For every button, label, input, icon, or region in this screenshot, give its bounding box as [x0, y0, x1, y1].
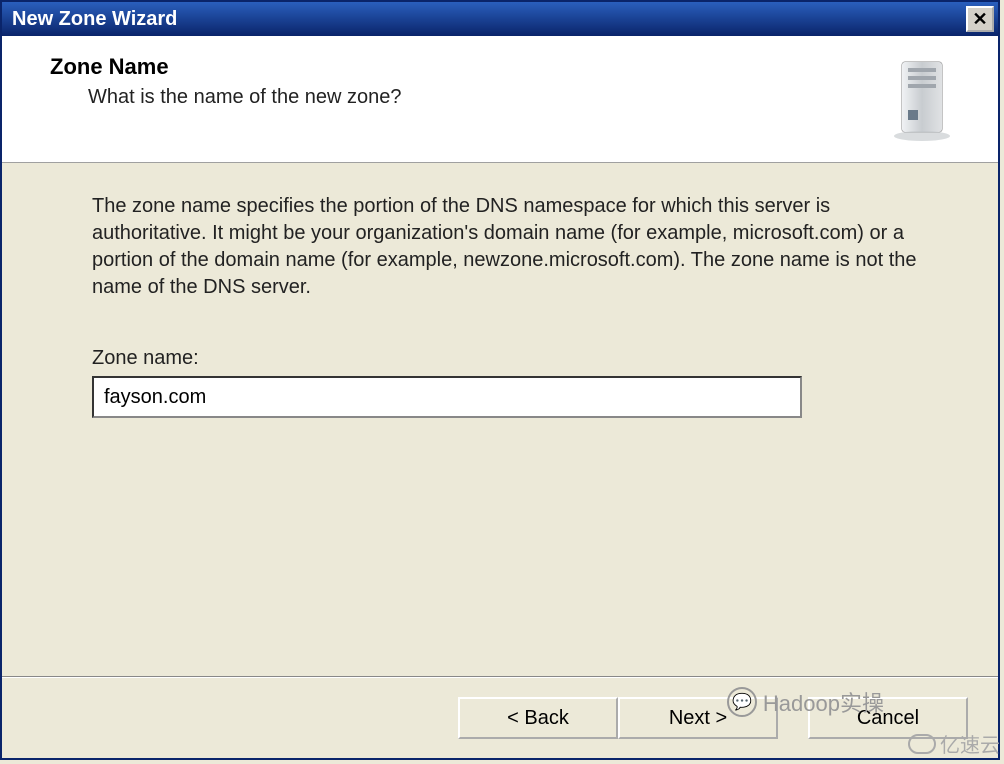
server-icon — [884, 54, 964, 144]
wizard-window: New Zone Wizard ✕ Zone Name What is the … — [0, 0, 1000, 760]
zone-name-label: Zone name: — [92, 347, 918, 370]
next-button[interactable]: Next > — [618, 697, 778, 739]
cancel-button[interactable]: Cancel — [808, 697, 968, 739]
close-icon: ✕ — [972, 9, 987, 30]
button-row: < Back Next > Cancel — [2, 678, 998, 758]
back-button[interactable]: < Back — [458, 697, 618, 739]
description-text: The zone name specifies the portion of t… — [92, 193, 918, 301]
zone-name-input[interactable] — [92, 376, 802, 418]
page-heading: Zone Name — [50, 54, 884, 80]
header-text: Zone Name What is the name of the new zo… — [42, 54, 884, 109]
titlebar: New Zone Wizard ✕ — [2, 2, 998, 36]
window-title: New Zone Wizard — [12, 8, 177, 31]
wizard-header: Zone Name What is the name of the new zo… — [2, 36, 998, 163]
wizard-body: The zone name specifies the portion of t… — [2, 163, 998, 676]
close-button[interactable]: ✕ — [966, 6, 994, 32]
page-subheading: What is the name of the new zone? — [88, 86, 884, 109]
